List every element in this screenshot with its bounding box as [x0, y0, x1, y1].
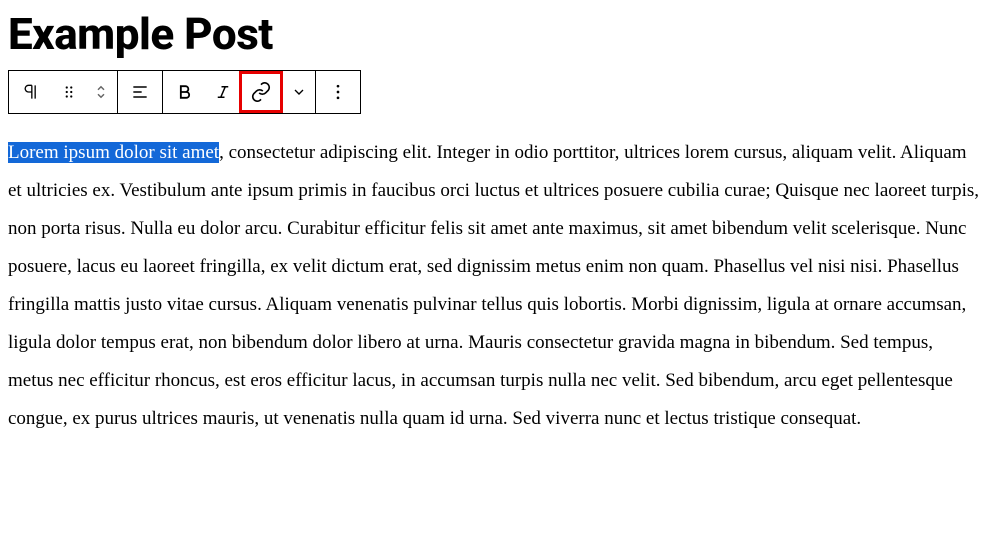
toolbar-group-align — [118, 71, 163, 113]
more-formatting-button[interactable] — [283, 71, 315, 113]
align-button[interactable] — [118, 71, 162, 113]
link-icon — [250, 81, 272, 103]
chevron-down-icon — [291, 84, 307, 100]
post-title[interactable]: Example Post — [8, 8, 981, 60]
chevron-updown-icon — [92, 81, 110, 103]
bold-icon — [175, 82, 195, 102]
bold-button[interactable] — [163, 71, 207, 113]
drag-dots-icon — [60, 83, 78, 101]
move-updown-button[interactable] — [85, 71, 117, 113]
options-button[interactable] — [316, 71, 360, 113]
block-toolbar — [8, 70, 361, 114]
block-type-button[interactable] — [9, 71, 53, 113]
kebab-icon — [328, 82, 348, 102]
paragraph-block[interactable]: Lorem ipsum dolor sit amet, consectetur … — [8, 134, 981, 438]
italic-icon — [214, 83, 232, 101]
toolbar-group-formatting — [163, 71, 316, 113]
toolbar-group-block — [9, 71, 118, 113]
toolbar-group-options — [316, 71, 360, 113]
drag-handle-button[interactable] — [53, 71, 85, 113]
body-text: , consectetur adipiscing elit. Integer i… — [8, 142, 979, 429]
link-button[interactable] — [239, 71, 283, 113]
selected-text: Lorem ipsum dolor sit amet — [8, 142, 219, 163]
pilcrow-icon — [21, 82, 41, 102]
align-left-icon — [130, 82, 150, 102]
italic-button[interactable] — [207, 71, 239, 113]
